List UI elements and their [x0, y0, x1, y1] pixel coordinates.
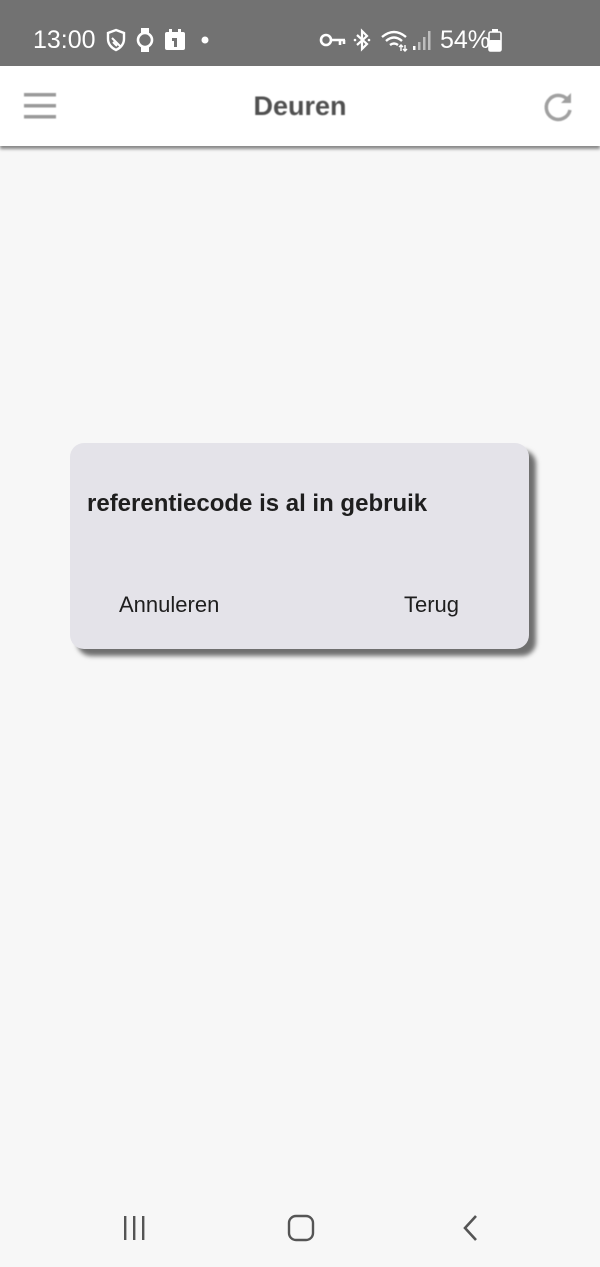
alert-dialog: referentiecode is al in gebruik Annulere… [70, 443, 529, 649]
menu-button[interactable] [22, 90, 58, 122]
cancel-button[interactable]: Annuleren [119, 590, 219, 620]
back-icon [463, 1215, 477, 1241]
system-nav-bar [0, 1188, 600, 1267]
status-bar: 13:00 54% [0, 0, 600, 66]
battery-icon [487, 26, 503, 54]
nav-back-button[interactable] [451, 1210, 491, 1246]
app-bar: Deuren [0, 66, 600, 146]
page-title: Deuren [253, 91, 347, 121]
back-button[interactable]: Terug [404, 590, 459, 620]
menu-icon [24, 93, 56, 119]
shield-icon [103, 26, 129, 54]
status-time: 13:00 [33, 26, 96, 54]
calendar-icon [162, 26, 188, 54]
refresh-button[interactable] [542, 90, 576, 124]
refresh-icon [544, 93, 572, 122]
home-icon [287, 1214, 315, 1242]
wifi-icon [379, 26, 409, 54]
recent-apps-icon [124, 1216, 145, 1240]
bluetooth-icon [350, 26, 374, 54]
watch-icon [132, 26, 158, 54]
home-button[interactable] [281, 1210, 321, 1246]
battery-percentage: 54% [440, 26, 491, 54]
signal-icon [410, 26, 434, 54]
recent-apps-button[interactable] [114, 1210, 154, 1246]
dialog-message: referentiecode is al in gebruik [87, 490, 428, 517]
notification-dot-icon [192, 26, 218, 54]
vpn-key-icon [318, 26, 348, 54]
